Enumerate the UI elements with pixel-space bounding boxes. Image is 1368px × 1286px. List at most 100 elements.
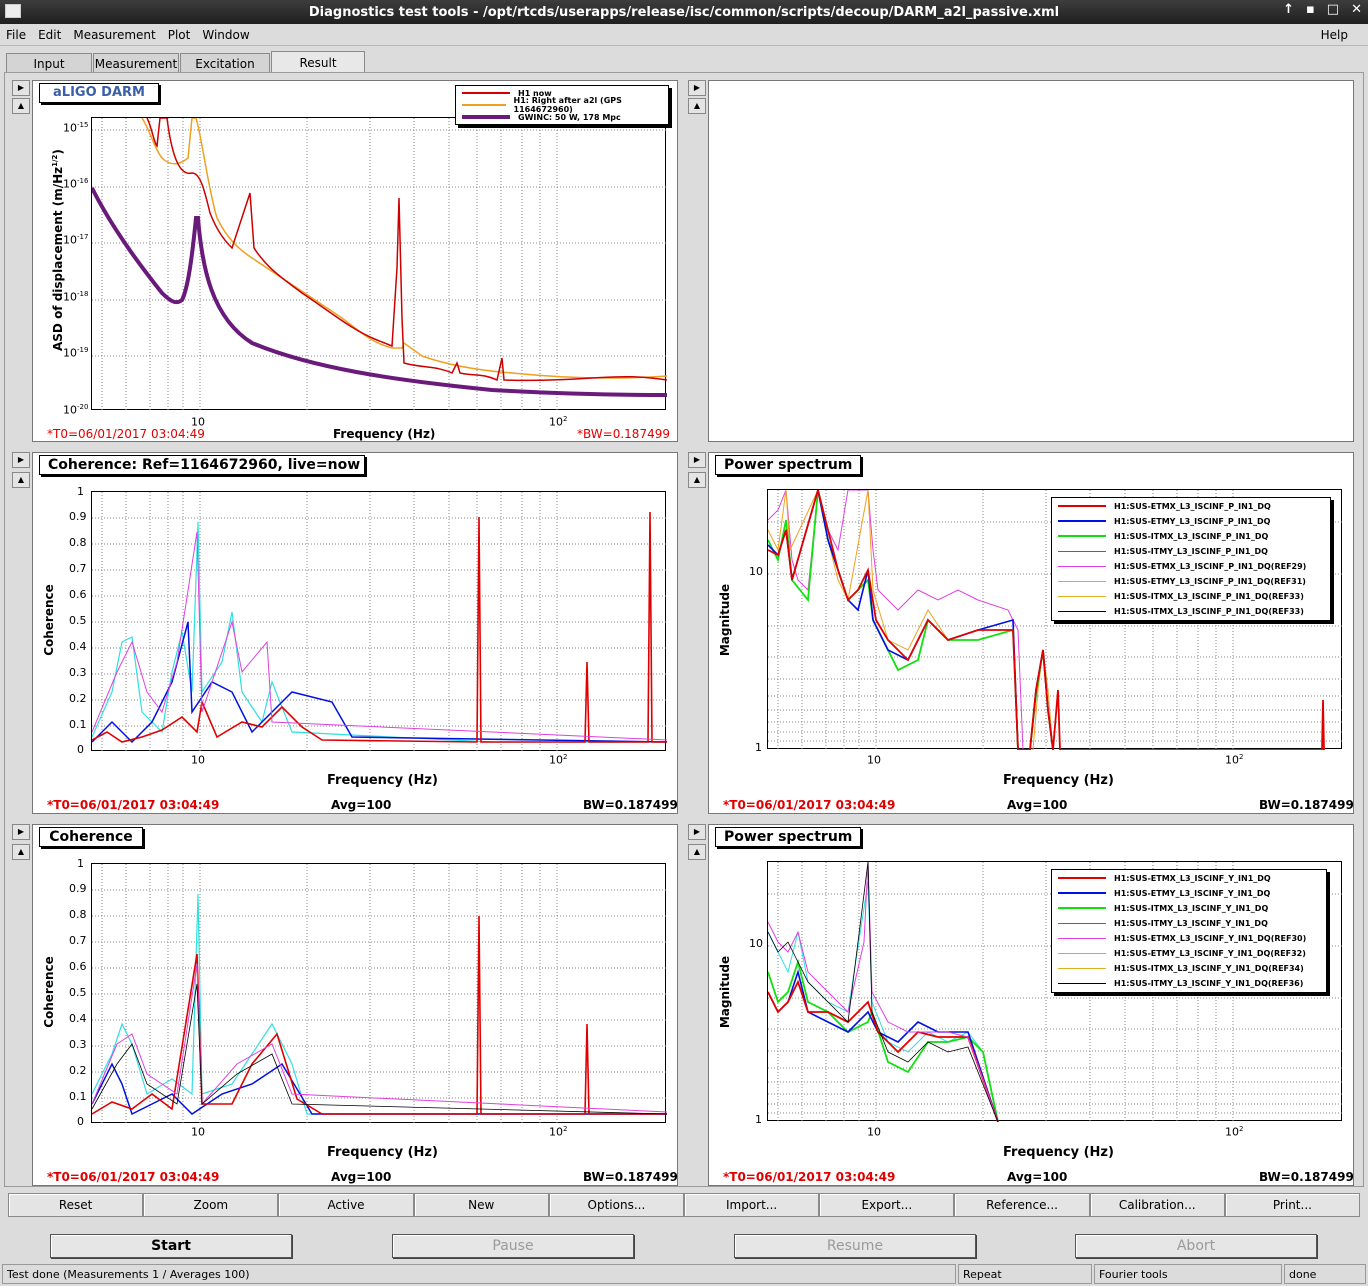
ps2-xtick: 10 <box>867 1125 881 1139</box>
reset-button[interactable]: Reset <box>8 1193 144 1217</box>
menu-file[interactable]: File <box>6 28 26 42</box>
export-button[interactable]: Export... <box>819 1193 955 1217</box>
coh1-plot-area[interactable] <box>91 491 667 752</box>
coh2-ytick: 0.7 <box>69 934 87 947</box>
darm-title: aLIGO DARM <box>39 83 159 103</box>
coh1-ytick: 0.5 <box>69 614 87 627</box>
tab-measurement[interactable]: Measurement <box>93 53 179 74</box>
pad5-resize-button[interactable]: ▲ <box>12 844 30 860</box>
coh2-ytick: 0.2 <box>69 1064 87 1077</box>
menu-measurement[interactable]: Measurement <box>73 28 155 42</box>
maximize-icon[interactable]: □ <box>1327 2 1339 17</box>
import-button[interactable]: Import... <box>684 1193 820 1217</box>
ps2-legend: H1:SUS-ETMX_L3_ISCINF_Y_IN1_DQ H1:SUS-ET… <box>1051 869 1327 993</box>
coh1-avg: Avg=100 <box>331 798 392 812</box>
coherence-pad-1[interactable]: Coherence: Ref=1164672960, live=now 1 0.… <box>32 452 678 814</box>
window-titlebar: Diagnostics test tools - /opt/rtcds/user… <box>0 0 1368 24</box>
minimize-icon[interactable]: ▪ <box>1306 2 1315 17</box>
calibration-button[interactable]: Calibration... <box>1089 1193 1225 1217</box>
empty-pad[interactable] <box>708 80 1354 442</box>
reference-button[interactable]: Reference... <box>954 1193 1090 1217</box>
coh2-plot-area[interactable] <box>91 863 667 1124</box>
ps1-xtick: 102 <box>1225 753 1244 767</box>
menu-window[interactable]: Window <box>202 28 249 42</box>
shade-icon[interactable]: ↑ <box>1283 2 1294 17</box>
new-button[interactable]: New <box>413 1193 549 1217</box>
ps1-legend-entry: H1:SUS-ITMX_L3_ISCINF_P_IN1_DQ(REF33) <box>1052 589 1304 603</box>
start-button[interactable]: Start <box>50 1234 292 1258</box>
tab-input[interactable]: Input <box>6 53 92 74</box>
coh1-graph <box>92 492 667 752</box>
pad1-resize-button[interactable]: ▲ <box>12 98 30 114</box>
active-button[interactable]: Active <box>278 1193 414 1217</box>
darm-legend-entry: GWINC: 50 W, 178 Mpc <box>456 110 621 124</box>
menu-edit[interactable]: Edit <box>38 28 61 42</box>
darm-ytick: 10-16 <box>63 177 89 191</box>
coh1-xtick: 102 <box>549 753 568 767</box>
coh2-xtick: 10 <box>191 1125 205 1139</box>
ps2-legend-entry: H1:SUS-ITMX_L3_ISCINF_Y_IN1_DQ <box>1052 901 1268 915</box>
darm-ytick: 10-19 <box>63 346 89 360</box>
darm-plot-area[interactable] <box>91 117 667 411</box>
coh1-title: Coherence: Ref=1164672960, live=now <box>39 455 365 475</box>
resume-button[interactable]: Resume <box>734 1234 976 1258</box>
tab-excitation[interactable]: Excitation <box>180 53 270 74</box>
power-spectrum-pad-1[interactable]: Power spectrum 10 1 10 102 Magnitude Fre… <box>708 452 1354 814</box>
coh2-ytick: 0.5 <box>69 986 87 999</box>
zoom-button[interactable]: Zoom <box>143 1193 279 1217</box>
window-title: Diagnostics test tools - /opt/rtcds/user… <box>308 4 1060 20</box>
pad2-resize-button[interactable]: ▲ <box>688 98 706 114</box>
menu-help[interactable]: Help <box>1321 28 1348 42</box>
coh2-ytick: 0.8 <box>69 908 87 921</box>
coh2-ytick: 1 <box>77 857 84 870</box>
ps2-xlabel: Frequency (Hz) <box>1003 1145 1114 1160</box>
coh2-xtick: 102 <box>549 1125 568 1139</box>
coh1-ytick: 0.1 <box>69 718 87 731</box>
darm-trace-gwinc <box>92 187 667 397</box>
coh2-ytick: 0.3 <box>69 1038 87 1051</box>
print-button[interactable]: Print... <box>1224 1193 1361 1217</box>
darm-ytick: 10-20 <box>63 403 89 417</box>
options-button[interactable]: Options... <box>548 1193 685 1217</box>
pause-button[interactable]: Pause <box>392 1234 634 1258</box>
menu-plot[interactable]: Plot <box>168 28 191 42</box>
darm-pad[interactable]: aLIGO DARM 10-15 10-16 10-17 10-18 10-19… <box>32 80 678 442</box>
ps2-legend-entry: H1:SUS-ETMX_L3_ISCINF_Y_IN1_DQ <box>1052 871 1271 885</box>
darm-ytick: 10-15 <box>63 121 89 135</box>
tab-result[interactable]: Result <box>271 51 365 73</box>
coherence-pad-2[interactable]: Coherence 1 0.9 0.8 0.7 0.6 0.5 0.4 0.3 … <box>32 824 678 1186</box>
close-icon[interactable]: ✕ <box>1351 2 1362 17</box>
coh2-title: Coherence <box>39 827 143 847</box>
coh1-ytick: 0.3 <box>69 666 87 679</box>
pad1-options-button[interactable]: ▶ <box>12 80 30 96</box>
pad5-options-button[interactable]: ▶ <box>12 824 30 840</box>
abort-button[interactable]: Abort <box>1075 1234 1317 1258</box>
ps1-legend-entry: H1:SUS-ITMY_L3_ISCINF_P_IN1_DQ <box>1052 544 1268 558</box>
status-state: done <box>1284 1264 1366 1284</box>
pad6-resize-button[interactable]: ▲ <box>688 844 706 860</box>
power-spectrum-pad-2[interactable]: Power spectrum 10 1 10 102 Magnitude Fre… <box>708 824 1354 1186</box>
ps1-legend-entry: H1:SUS-ETMX_L3_ISCINF_P_IN1_DQ <box>1052 499 1271 513</box>
pad3-resize-button[interactable]: ▲ <box>12 472 30 488</box>
pad4-options-button[interactable]: ▶ <box>688 452 706 468</box>
ps2-t0: *T0=06/01/2017 03:04:49 <box>723 1170 896 1184</box>
ps1-xlabel: Frequency (Hz) <box>1003 773 1114 788</box>
coh2-ytick: 0.9 <box>69 882 87 895</box>
coh2-avg: Avg=100 <box>331 1170 392 1184</box>
ps1-legend-entry: H1:SUS-ETMX_L3_ISCINF_P_IN1_DQ(REF29) <box>1052 559 1306 573</box>
ps1-legend-entry: H1:SUS-ITMX_L3_ISCINF_P_IN1_DQ <box>1052 529 1268 543</box>
pad3-options-button[interactable]: ▶ <box>12 452 30 468</box>
darm-legend: H1 now H1: Right after a2l (GPS 11646729… <box>455 85 669 125</box>
app-icon[interactable] <box>5 4 21 18</box>
status-mode: Repeat <box>958 1264 1092 1284</box>
pad2-options-button[interactable]: ▶ <box>688 80 706 96</box>
coh1-ytick: 0.6 <box>69 588 87 601</box>
coh1-xlabel: Frequency (Hz) <box>327 773 438 788</box>
darm-ytick: 10-17 <box>63 233 89 247</box>
coh1-ytick: 1 <box>77 485 84 498</box>
darm-trace-live <box>146 118 667 382</box>
pad4-resize-button[interactable]: ▲ <box>688 472 706 488</box>
pad6-options-button[interactable]: ▶ <box>688 824 706 840</box>
ps1-legend: H1:SUS-ETMX_L3_ISCINF_P_IN1_DQ H1:SUS-ET… <box>1051 497 1331 621</box>
ps1-legend-entry: H1:SUS-ITMX_L3_ISCINF_P_IN1_DQ(REF33) <box>1052 604 1304 618</box>
